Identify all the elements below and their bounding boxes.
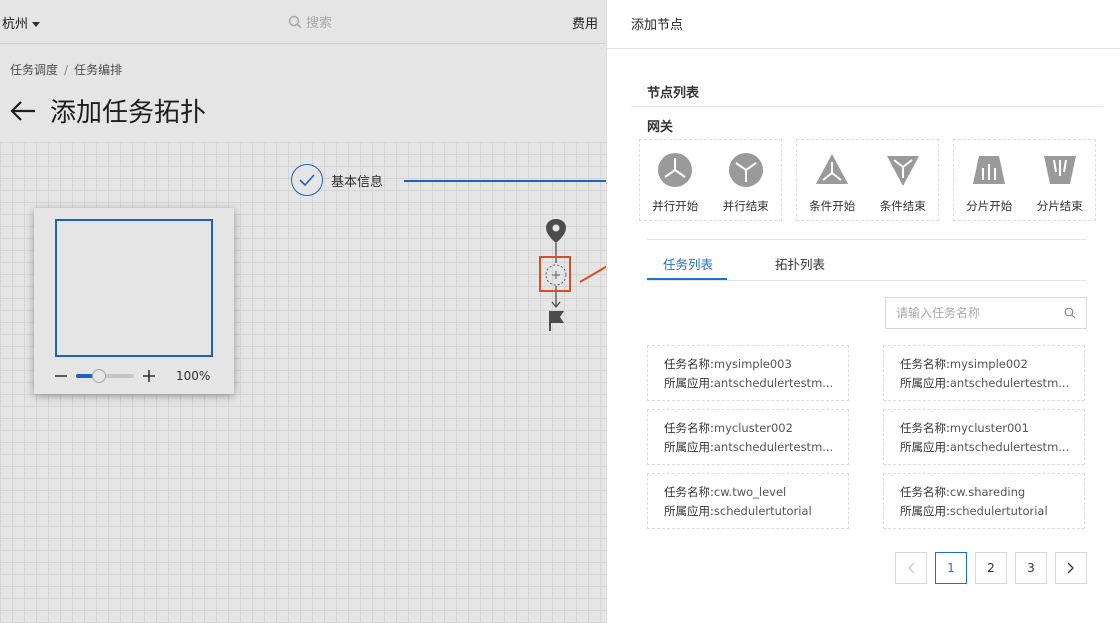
task-app: antschedulertestm... xyxy=(713,440,834,454)
gateway-condition-start[interactable]: 条件开始 xyxy=(797,140,868,220)
task-name-key: 任务名称: xyxy=(664,421,714,435)
task-name: mysimple003 xyxy=(713,357,792,371)
task-card[interactable]: 任务名称: mysimple002 所属应用: antschedulertestm.… xyxy=(883,345,1085,401)
task-name-key: 任务名称: xyxy=(664,357,714,371)
gateway-group-condition: 条件开始 条件结束 xyxy=(796,139,939,221)
tab-topology-list[interactable]: 拓扑列表 xyxy=(775,254,825,273)
task-card[interactable]: 任务名称: cw.shareding 所属应用: schedulertutorial xyxy=(883,473,1085,529)
shard-start-icon xyxy=(973,156,1006,184)
gateway-parallel-end[interactable]: 并行结束 xyxy=(711,140,782,220)
task-app: schedulertutorial xyxy=(713,504,812,518)
condition-start-icon xyxy=(816,154,849,184)
tab-task-list[interactable]: 任务列表 xyxy=(663,254,713,273)
task-app: antschedulertestm... xyxy=(713,376,834,390)
page-button-1[interactable]: 1 xyxy=(935,552,967,584)
task-name: mycluster001 xyxy=(949,421,1029,435)
gateway-title: 网关 xyxy=(647,120,674,135)
page-button-2[interactable]: 2 xyxy=(975,552,1007,584)
modal-mask[interactable] xyxy=(0,0,606,623)
task-app: antschedulertestm... xyxy=(949,440,1070,454)
task-name-key: 任务名称: xyxy=(900,357,950,371)
task-name: cw.two_level xyxy=(713,485,787,499)
search-icon[interactable] xyxy=(1064,307,1076,319)
task-app-key: 所属应用: xyxy=(900,440,950,454)
task-name: mycluster002 xyxy=(713,421,793,435)
list-tabs: 任务列表 拓扑列表 xyxy=(647,248,1087,281)
gateway-shard-start[interactable]: 分片开始 xyxy=(954,140,1025,220)
chevron-left-icon xyxy=(908,562,915,574)
task-name-key: 任务名称: xyxy=(900,485,950,499)
gateway-shard-end[interactable]: 分片结束 xyxy=(1025,140,1096,220)
gateway-label: 并行开始 xyxy=(652,199,699,213)
task-app: schedulertutorial xyxy=(949,504,1048,518)
next-page-button[interactable] xyxy=(1055,552,1087,584)
condition-end-icon xyxy=(886,156,919,186)
task-card[interactable]: 任务名称: mycluster002 所属应用: antschedulertestm… xyxy=(647,409,849,465)
gateway-label: 并行结束 xyxy=(722,199,769,213)
divider xyxy=(647,239,1087,240)
add-node-drawer: 添加节点 节点列表 网关 并行开始 并行结束 条件开始 条件结束 分片开始 分片… xyxy=(606,0,1120,623)
task-search-input[interactable] xyxy=(896,306,1056,320)
task-search xyxy=(885,297,1087,329)
shard-end-icon xyxy=(1043,156,1076,184)
gateway-group-shard: 分片开始 分片结束 xyxy=(953,139,1096,221)
chevron-right-icon xyxy=(1067,562,1074,574)
task-app-key: 所属应用: xyxy=(900,504,950,518)
task-card[interactable]: 任务名称: cw.two_level 所属应用: schedulertutorial xyxy=(647,473,849,529)
task-name-key: 任务名称: xyxy=(900,421,950,435)
task-card[interactable]: 任务名称: mycluster001 所属应用: antschedulertestm… xyxy=(883,409,1085,465)
active-tab-indicator xyxy=(647,278,727,280)
task-name: cw.shareding xyxy=(949,485,1026,499)
page-button-3[interactable]: 3 xyxy=(1015,552,1047,584)
parallel-end-icon xyxy=(728,153,763,187)
parallel-start-icon xyxy=(658,153,693,187)
gateway-label: 条件开始 xyxy=(809,199,856,213)
gateway-condition-end[interactable]: 条件结束 xyxy=(868,140,939,220)
gateway-label: 分片开始 xyxy=(966,199,1013,213)
task-name-key: 任务名称: xyxy=(664,485,714,499)
gateway-parallel-start[interactable]: 并行开始 xyxy=(640,140,711,220)
task-app-key: 所属应用: xyxy=(664,376,714,390)
gateway-group-parallel: 并行开始 并行结束 xyxy=(639,139,782,221)
task-app-key: 所属应用: xyxy=(900,376,950,390)
task-card[interactable]: 任务名称: mysimple003 所属应用: antschedulertestm.… xyxy=(647,345,849,401)
divider xyxy=(631,106,1103,107)
task-app: antschedulertestm... xyxy=(949,376,1070,390)
task-app-key: 所属应用: xyxy=(664,504,714,518)
prev-page-button[interactable] xyxy=(895,552,927,584)
node-list-title: 节点列表 xyxy=(647,86,700,101)
task-app-key: 所属应用: xyxy=(664,440,714,454)
task-name: mysimple002 xyxy=(949,357,1028,371)
drawer-title: 添加节点 xyxy=(607,0,1120,49)
gateway-label: 分片结束 xyxy=(1036,199,1083,213)
gateway-label: 条件结束 xyxy=(879,199,926,213)
